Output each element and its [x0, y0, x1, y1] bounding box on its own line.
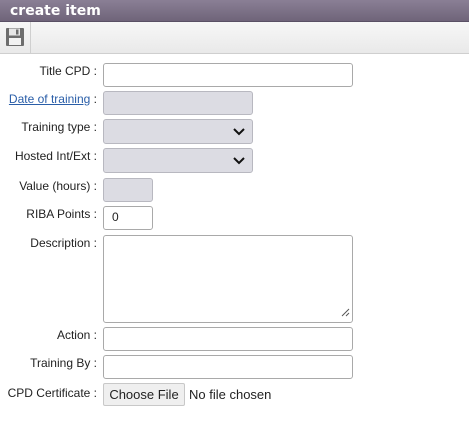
- window-title: create item: [10, 3, 101, 19]
- title-cpd-label: Title CPD :: [39, 64, 97, 78]
- training-by-input[interactable]: [103, 355, 353, 379]
- value-hours-label: Value (hours) :: [19, 179, 97, 193]
- description-textarea[interactable]: [103, 235, 353, 323]
- resize-grip-icon[interactable]: [340, 306, 350, 320]
- riba-points-input[interactable]: 0: [103, 206, 153, 230]
- cpd-certificate-label: CPD Certificate :: [7, 386, 97, 400]
- chevron-down-icon: [232, 155, 246, 169]
- toolbar: [0, 22, 469, 54]
- file-status: No file chosen: [189, 387, 272, 402]
- training-type-label: Training type :: [21, 120, 97, 134]
- save-button[interactable]: [0, 22, 31, 54]
- description-label: Description :: [30, 236, 97, 250]
- date-of-training-label: Date of training :: [9, 92, 97, 106]
- date-of-training-colon: :: [93, 92, 97, 106]
- title-cpd-input[interactable]: [103, 63, 353, 87]
- action-label: Action :: [56, 328, 97, 342]
- hosted-label: Hosted Int/Ext :: [14, 149, 97, 163]
- riba-points-label: RIBA Points :: [26, 207, 97, 221]
- chevron-down-icon: [232, 126, 246, 140]
- date-of-training-link[interactable]: Date of training: [9, 92, 90, 106]
- date-of-training-input[interactable]: [103, 91, 253, 115]
- value-hours-input[interactable]: [103, 178, 153, 202]
- hosted-select[interactable]: [103, 148, 253, 173]
- floppy-disk-icon: [5, 27, 25, 50]
- action-input[interactable]: [103, 327, 353, 351]
- window-titlebar: create item: [0, 0, 469, 22]
- training-by-label: Training By :: [30, 356, 97, 370]
- choose-file-button[interactable]: Choose File: [103, 383, 185, 406]
- training-type-select[interactable]: [103, 119, 253, 144]
